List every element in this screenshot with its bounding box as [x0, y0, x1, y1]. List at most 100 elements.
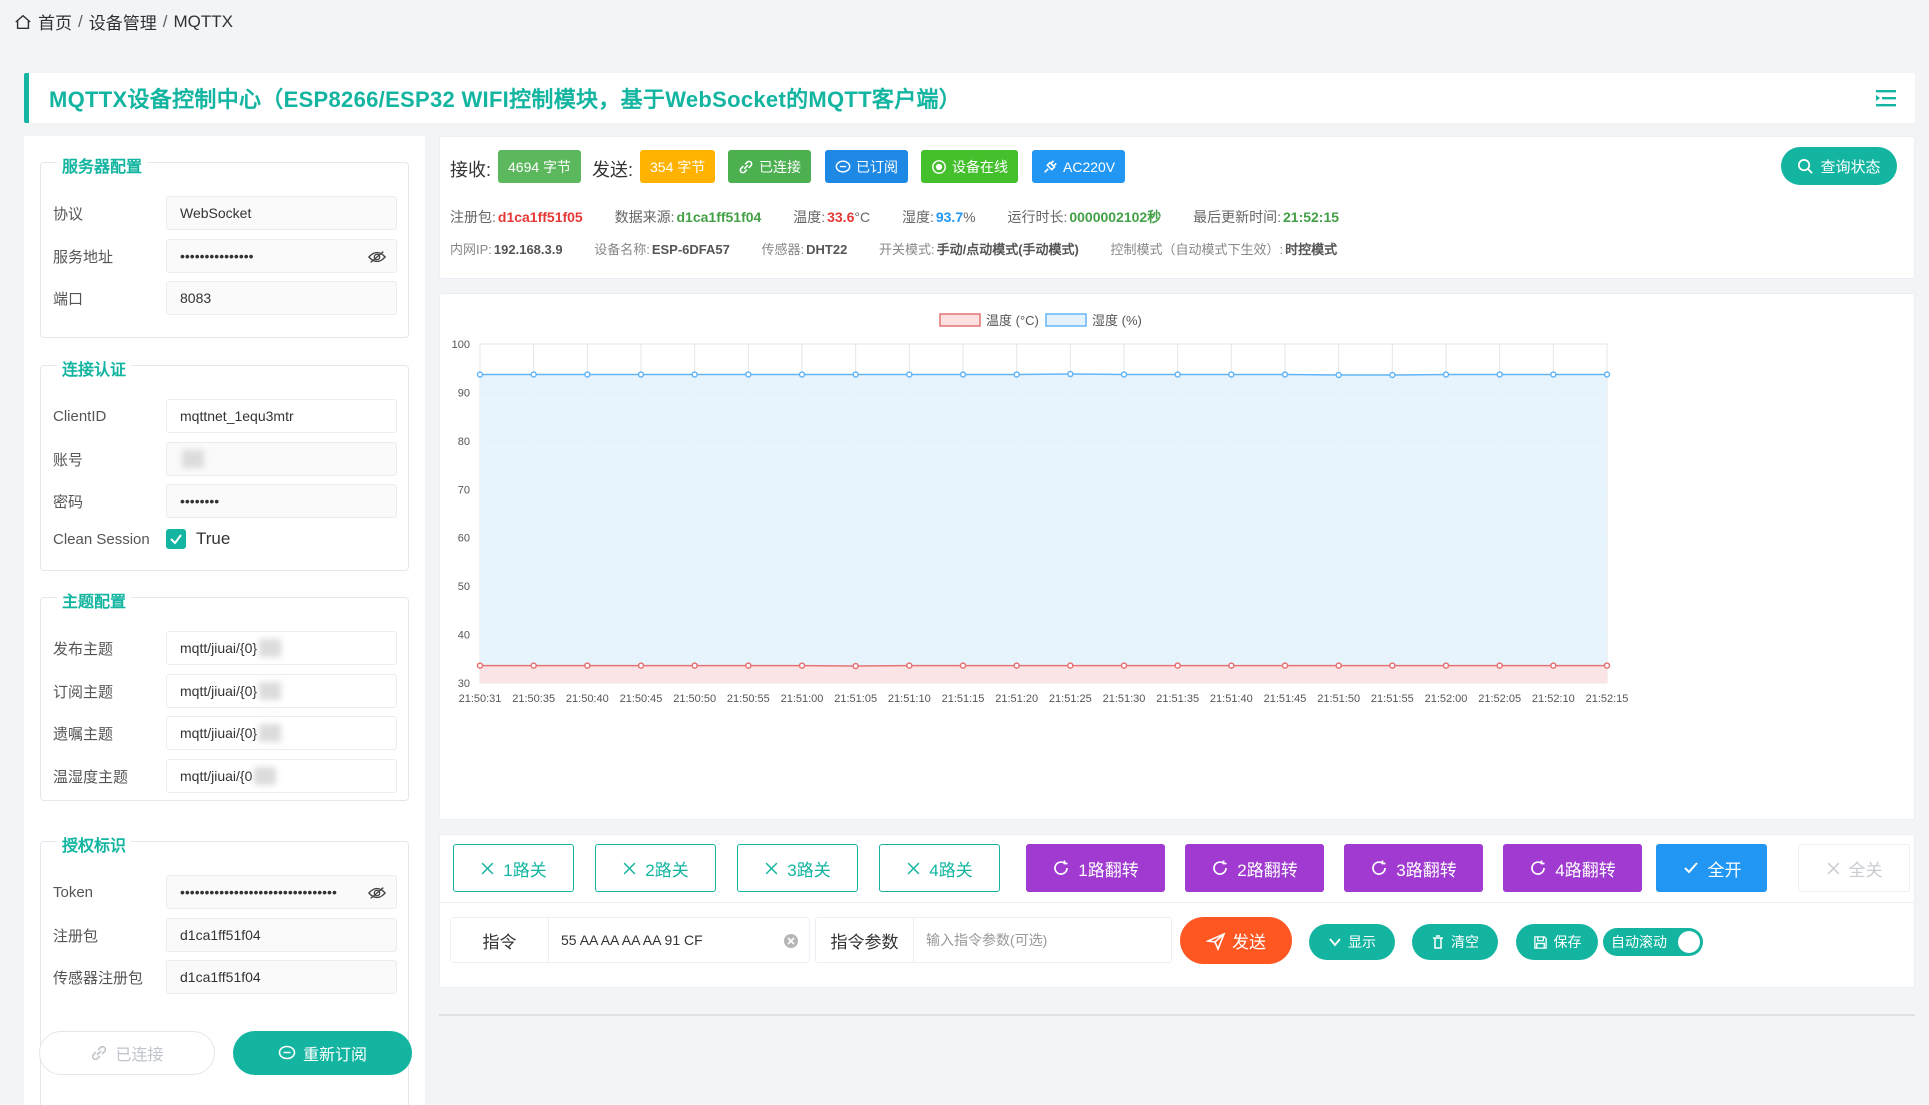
data-point — [637, 371, 645, 378]
server-address-field[interactable]: ••••••••••••••• — [166, 239, 397, 273]
recv-label: 接收: — [450, 160, 492, 180]
connected-button-label: 已连接 — [115, 1047, 164, 1064]
th-topic-field[interactable]: mqtt/jiuai/{0 — [166, 759, 397, 793]
x-tick-label: 21:51:25 — [1049, 693, 1092, 705]
data-point — [691, 371, 698, 378]
clear-icon[interactable] — [783, 933, 799, 949]
reg-package-field[interactable]: d1ca1ff51f04 — [166, 918, 397, 952]
relay-2-off-button[interactable]: 2路关 — [595, 844, 716, 892]
check-icon — [1683, 862, 1698, 874]
data-point — [1013, 371, 1020, 378]
data-source-value: d1ca1ff51f04 — [676, 209, 762, 225]
x-tick-label: 21:51:15 — [942, 693, 985, 705]
y-tick-label: 100 — [452, 339, 470, 351]
breadcrumb-home[interactable]: 首页 — [38, 9, 72, 34]
license-legend: 授权标识 — [57, 832, 132, 856]
data-point — [1281, 662, 1289, 669]
x-tick-label: 21:50:35 — [512, 693, 555, 705]
all-on-button[interactable]: 全开 — [1656, 844, 1767, 892]
eye-icon[interactable] — [368, 249, 386, 265]
connected-button[interactable]: 已连接 — [39, 1031, 215, 1075]
show-button[interactable]: 显示 — [1309, 924, 1395, 960]
device-meta-line: 内网IP: 192.168.3.9 设备名称: ESP-6DFA57 传感器: DHT… — [450, 239, 1365, 258]
clear-button[interactable]: 清空 — [1412, 924, 1498, 960]
relay-3-toggle-button[interactable]: 3路翻转 — [1344, 844, 1483, 892]
trash-icon — [1433, 935, 1443, 949]
menu-toggle-icon[interactable] — [1875, 87, 1897, 109]
x-tick-label: 21:51:05 — [834, 693, 877, 705]
password-field[interactable]: •••••••• — [166, 484, 397, 518]
data-point — [1389, 371, 1396, 379]
send-label: 发送: — [592, 160, 634, 180]
x-tick-label: 21:51:10 — [888, 693, 931, 705]
clientid-field[interactable]: mqttnet_1equ3mtr — [166, 399, 397, 433]
send-button[interactable]: 发送 — [1180, 917, 1292, 964]
will-topic-field[interactable]: mqtt/jiuai/{0} — [166, 716, 397, 750]
publish-topic-field[interactable]: mqtt/jiuai/{0} — [166, 631, 397, 665]
relay-4-off-button[interactable]: 4路关 — [879, 844, 1000, 892]
send-icon — [1206, 931, 1226, 951]
subscribe-topic-field[interactable]: mqtt/jiuai/{0} — [166, 674, 397, 708]
data-point — [852, 662, 859, 670]
clientid-label: ClientID — [53, 407, 107, 425]
command-param-group: 指令参数 输入指令参数(可选) — [815, 917, 1172, 963]
all-off-button[interactable]: 全关 — [1798, 844, 1910, 892]
data-point — [1603, 371, 1611, 378]
eye-icon[interactable] — [368, 885, 386, 901]
auth-config-group: 连接认证 ClientID mqttnet_1equ3mtr 账号 密码 •••••… — [40, 356, 409, 571]
send-button-label: 发送 — [1232, 933, 1266, 952]
command-param-input[interactable]: 输入指令参数(可选) — [914, 918, 1171, 962]
clean-session-checkbox[interactable] — [166, 529, 186, 549]
account-field[interactable] — [166, 442, 397, 476]
port-field[interactable]: 8083 — [166, 281, 397, 315]
relay-2-toggle-button[interactable]: 2路翻转 — [1185, 844, 1324, 892]
relay-1-toggle-button[interactable]: 1路翻转 — [1026, 844, 1165, 892]
data-point — [691, 662, 698, 669]
refresh-icon — [1054, 860, 1069, 875]
publish-topic-label: 发布主题 — [53, 640, 114, 658]
temperature-key: 温度: — [793, 209, 826, 225]
device-name-key: 设备名称: — [594, 242, 650, 257]
humidity-value: 93.7 — [935, 209, 964, 225]
device-online-badge: 设备在线 — [921, 150, 1018, 183]
protocol-field[interactable]: WebSocket — [166, 196, 397, 230]
data-point — [798, 371, 806, 378]
breadcrumb-section[interactable]: 设备管理 — [89, 9, 157, 34]
data-point — [530, 662, 537, 669]
last-update-value: 21:52:15 — [1283, 209, 1340, 225]
sensor-reg-field[interactable]: d1ca1ff51f04 — [166, 960, 397, 994]
x-tick-label: 21:50:50 — [673, 693, 716, 705]
relay-4-toggle-button[interactable]: 4路翻转 — [1503, 844, 1642, 892]
home-icon[interactable] — [14, 13, 32, 31]
command-label: 指令 — [451, 918, 549, 962]
redacted-account — [182, 450, 204, 468]
data-point — [1013, 662, 1020, 669]
relay-1-off-button[interactable]: 1路关 — [453, 844, 574, 892]
all-on-label: 全开 — [1707, 860, 1742, 880]
data-point — [745, 662, 752, 669]
relay-3-off-button[interactable]: 3路关 — [737, 844, 858, 892]
token-value: •••••••••••••••••••••••••••••••• — [180, 884, 337, 900]
data-point — [1550, 662, 1557, 669]
radio-on-icon — [932, 159, 946, 174]
auth-legend: 连接认证 — [57, 356, 132, 380]
resubscribe-button[interactable]: 重新订阅 — [233, 1031, 412, 1075]
ip-value: 192.168.3.9 — [493, 242, 563, 257]
data-source-key: 数据来源: — [614, 209, 675, 225]
command-input[interactable]: 55 AA AA AA AA 91 CF — [549, 918, 809, 962]
data-point — [1174, 662, 1181, 669]
runtime-key: 运行时长: — [1007, 209, 1068, 225]
th-topic-value: mqtt/jiuai/{0 — [180, 768, 253, 784]
show-button-label: 显示 — [1348, 934, 1376, 950]
y-tick-label: 30 — [458, 678, 470, 690]
subscribed-badge: 已订阅 — [825, 150, 908, 183]
token-field[interactable]: •••••••••••••••••••••••••••••••• — [166, 875, 397, 909]
save-button[interactable]: 保存 — [1516, 924, 1598, 960]
publish-topic-value: mqtt/jiuai/{0} — [180, 640, 258, 656]
query-status-button[interactable]: 查询状态 — [1781, 147, 1897, 185]
humidity-unit: % — [963, 209, 976, 225]
breadcrumb: 首页 / 设备管理 / MQTTX — [14, 9, 233, 34]
autoscroll-toggle[interactable]: 自动滚动 — [1603, 928, 1703, 956]
relay-off-label: 4路关 — [929, 860, 973, 880]
relay-toggle-label: 1路翻转 — [1078, 860, 1139, 880]
